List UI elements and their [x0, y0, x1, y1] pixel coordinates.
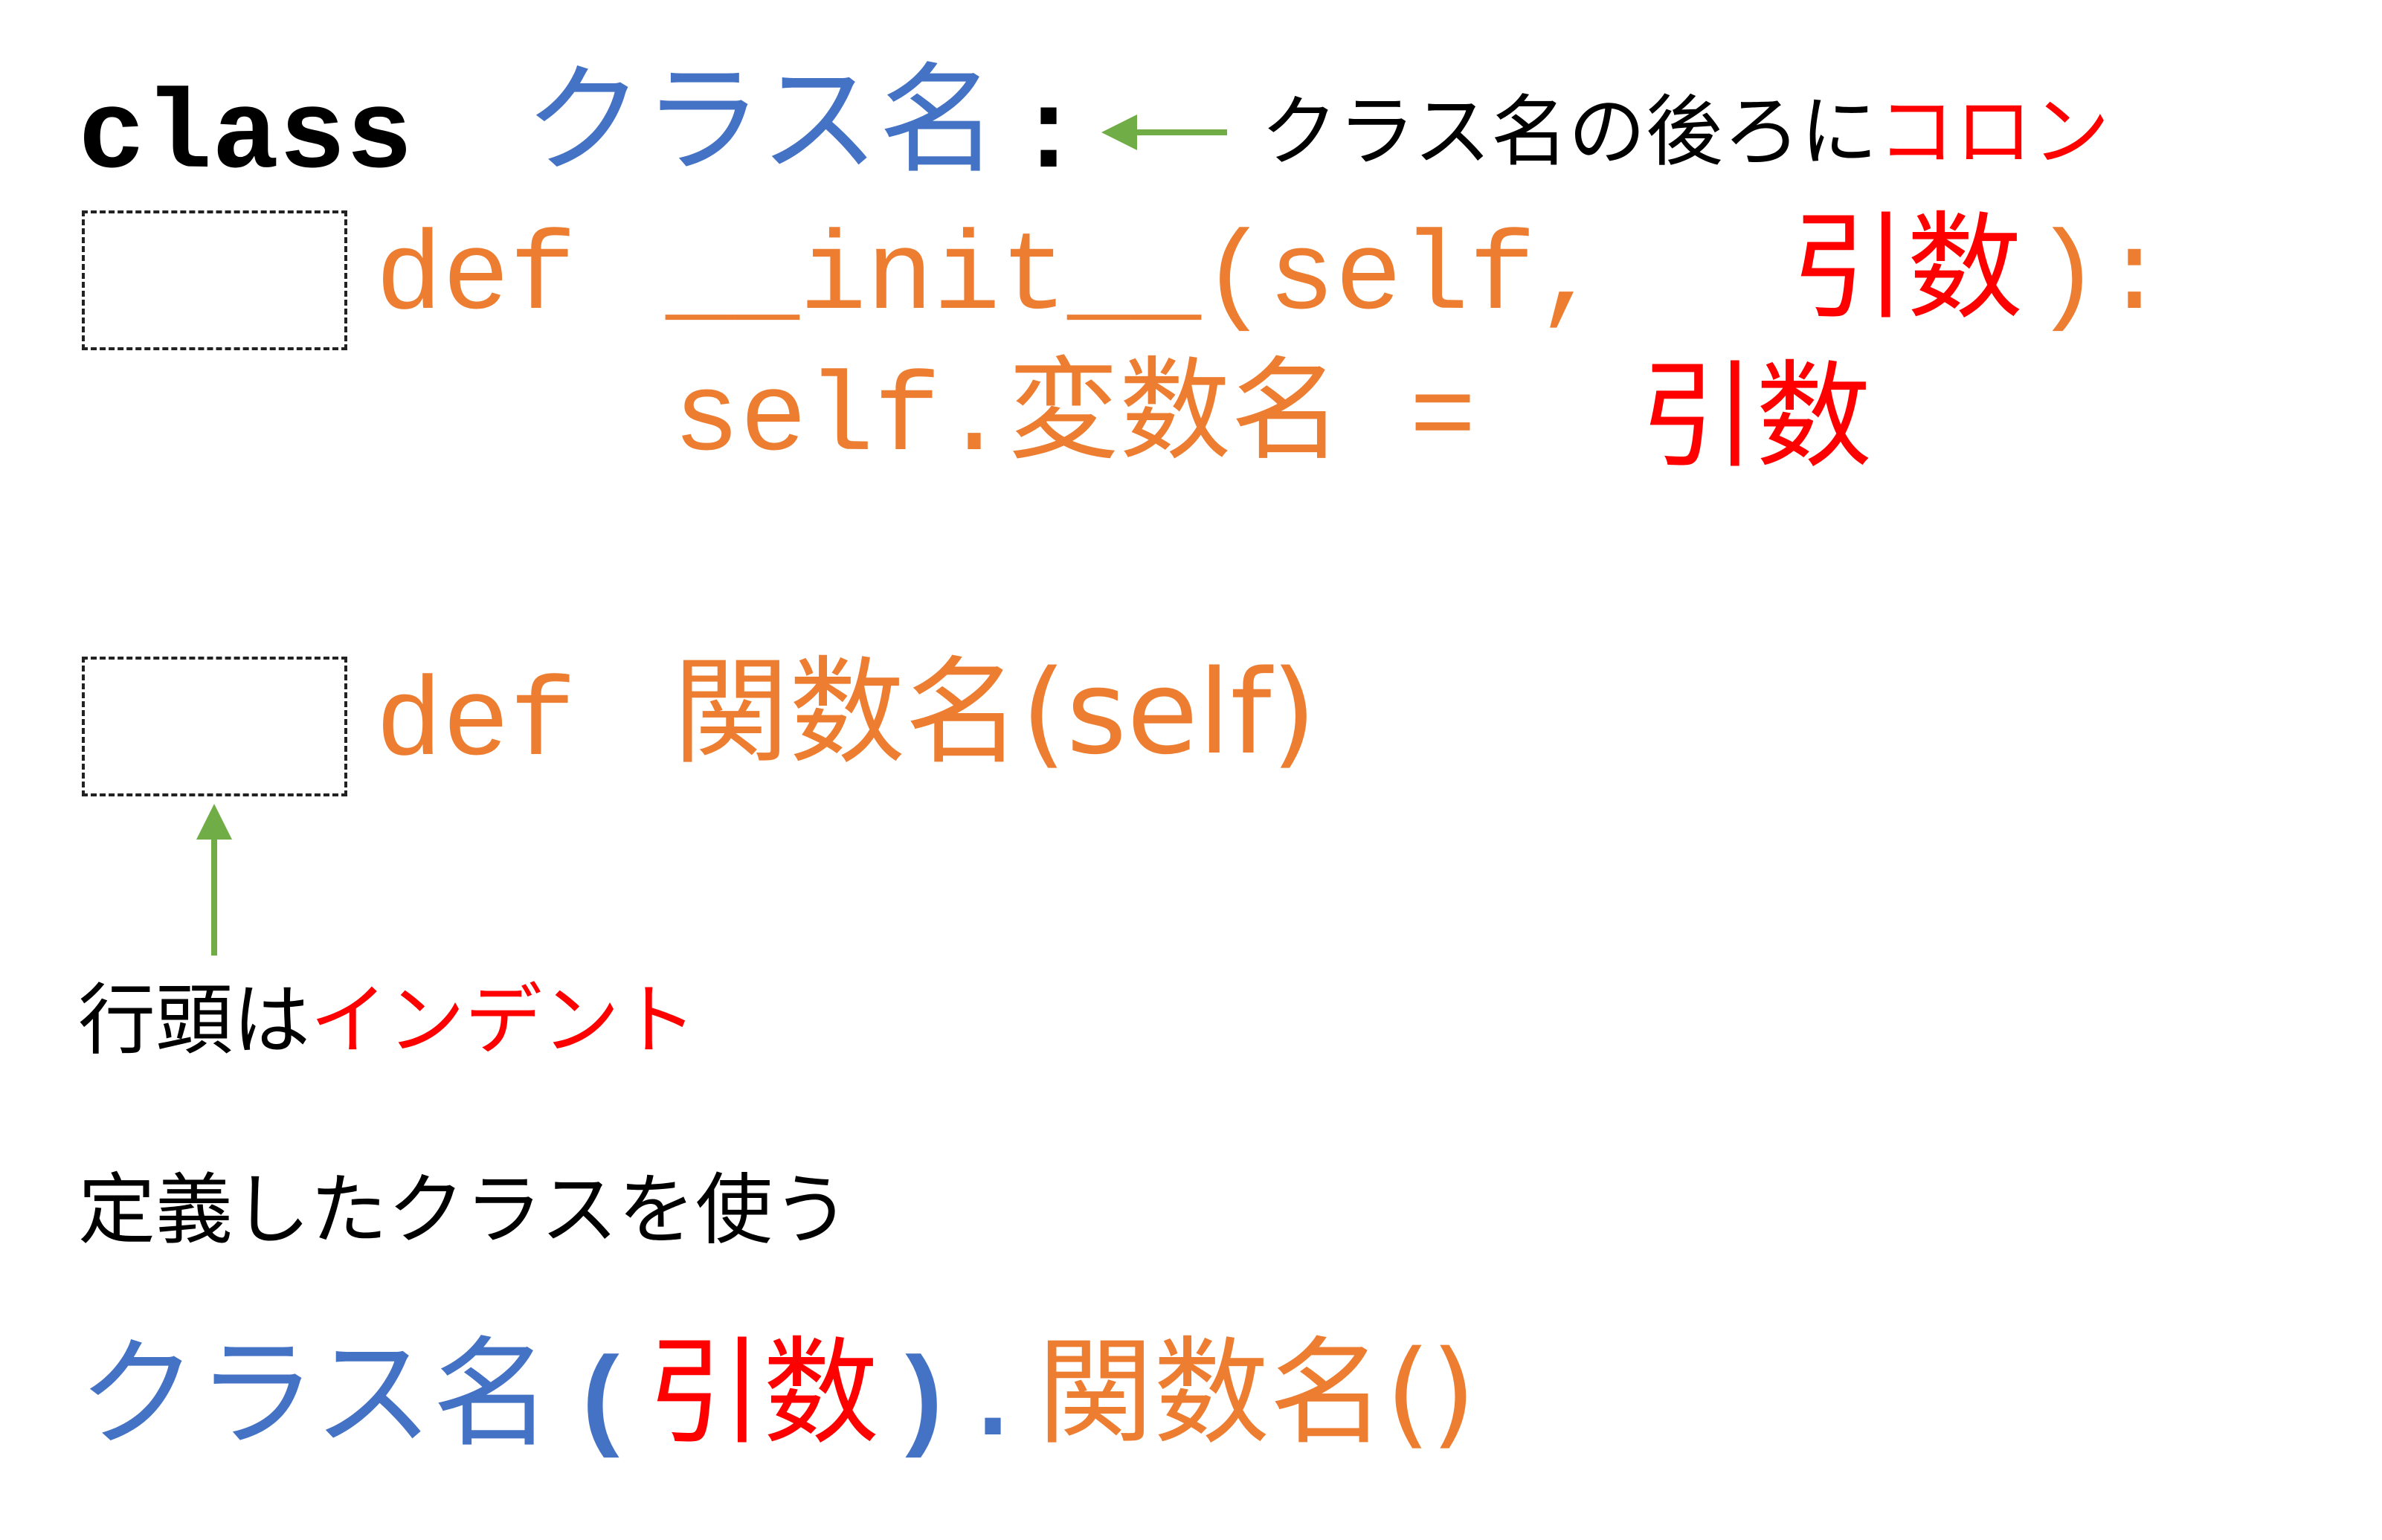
usage-close-paren: ) [889, 1342, 956, 1469]
usage-method: 関数名() [1037, 1325, 1476, 1460]
usage-heading: 定義したクラスを使う [78, 1164, 850, 1255]
usage-dot: . [959, 1342, 1027, 1469]
annotation-arrows [196, 115, 1227, 956]
indent-note-prefix: 行頭は [78, 975, 311, 1066]
indent-note-highlight: インデント [310, 975, 698, 1066]
usage-class-name: クラス名 [78, 1324, 552, 1463]
usage-open-paren: ( [569, 1342, 637, 1469]
usage-argument: 引数 [647, 1325, 879, 1460]
indent-note: 行頭はインデント [78, 982, 697, 1059]
